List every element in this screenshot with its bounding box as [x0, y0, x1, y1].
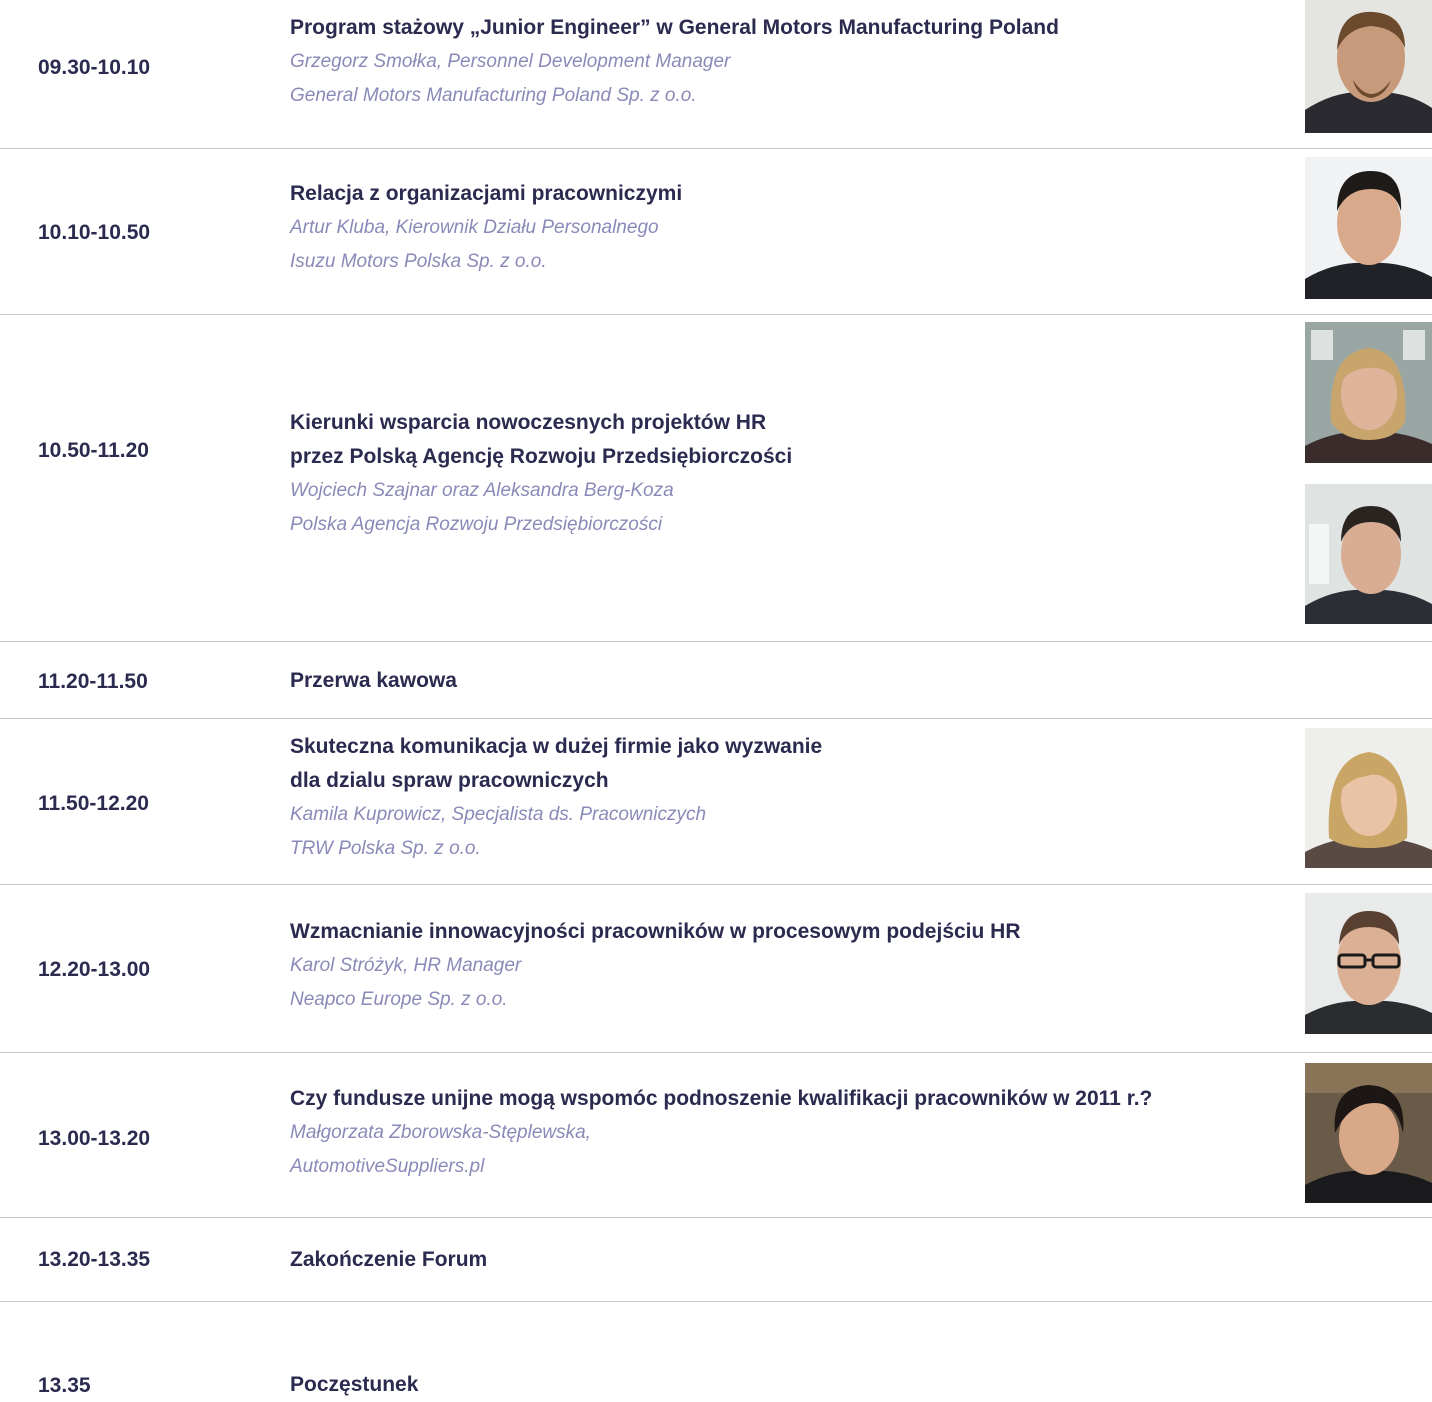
session-title-line2: dla dzialu spraw pracowniczych	[290, 769, 609, 792]
session-time: 13.00-13.20	[38, 1127, 151, 1150]
session-time: 11.20-11.50	[38, 670, 148, 693]
speaker-photo-strozyk	[1305, 893, 1432, 1034]
session-title: Relacja z organizacjami pracowniczymi	[290, 182, 683, 205]
speaker-names: Wojciech Szajnar oraz Aleksandra Berg-Ko…	[290, 480, 674, 501]
session-title: Skuteczna komunikacja w dużej firmie jak…	[290, 735, 823, 758]
speaker-photo-zborowska	[1305, 1063, 1432, 1203]
agenda-row: 09.30-10.10 Program stażowy „Junior Engi…	[0, 0, 1432, 149]
session-content: Skuteczna komunikacja w dużej firmie jak…	[290, 730, 822, 866]
session-time: 11.50-12.20	[38, 792, 149, 815]
agenda-row: 13.35 Poczęstunek	[0, 1302, 1432, 1397]
session-title: Poczęstunek	[290, 1373, 419, 1396]
agenda-row: 10.10-10.50 Relacja z organizacjami prac…	[0, 149, 1432, 315]
agenda-row: 11.20-11.50 Przerwa kawowa	[0, 642, 1432, 719]
speaker-name: Kamila Kuprowicz, Specjalista ds. Pracow…	[290, 804, 707, 825]
speaker-company: Isuzu Motors Polska Sp. z o.o.	[290, 251, 547, 272]
speaker-name: Grzegorz Smołka, Personnel Development M…	[290, 51, 731, 72]
speaker-name: Artur Kluba, Kierownik Działu Personalne…	[290, 217, 659, 238]
session-content: Relacja z organizacjami pracowniczymi Ar…	[290, 177, 682, 279]
agenda-row: 10.50-11.20 Kierunki wsparcia nowoczesny…	[0, 315, 1432, 642]
session-content: Kierunki wsparcia nowoczesnych projektów…	[290, 406, 792, 542]
speaker-photo-smolka	[1305, 0, 1432, 133]
session-time: 13.35	[38, 1374, 91, 1397]
session-time: 10.10-10.50	[38, 221, 151, 244]
agenda-row: 13.20-13.35 Zakończenie Forum	[0, 1218, 1432, 1302]
session-time: 12.20-13.00	[38, 958, 151, 981]
session-content: Przerwa kawowa	[290, 664, 457, 698]
agenda-row: 11.50-12.20 Skuteczna komunikacja w duże…	[0, 719, 1432, 885]
session-title-line2: przez Polską Agencję Rozwoju Przedsiębio…	[290, 445, 793, 468]
session-title: Zakończenie Forum	[290, 1248, 488, 1271]
speaker-photo-kuprowicz	[1305, 728, 1432, 868]
speaker-company: Polska Agencja Rozwoju Przedsiębiorczośc…	[290, 514, 663, 535]
speaker-photo-berg-koza	[1305, 322, 1432, 463]
speaker-company: Neapco Europe Sp. z o.o.	[290, 989, 508, 1010]
speaker-photo-kluba	[1305, 157, 1432, 299]
session-title: Kierunki wsparcia nowoczesnych projektów…	[290, 411, 767, 434]
session-title: Wzmacnianie innowacyjności pracowników w…	[290, 920, 1021, 943]
agenda-row: 13.00-13.20 Czy fundusze unijne mogą wsp…	[0, 1053, 1432, 1218]
session-content: Program stażowy „Junior Engineer” w Gene…	[290, 11, 1059, 113]
speaker-photo-szajnar	[1305, 484, 1432, 624]
speaker-company: TRW Polska Sp. z o.o.	[290, 838, 481, 859]
session-time: 10.50-11.20	[38, 439, 149, 462]
speaker-name: Małgorzata Zborowska-Stęplewska,	[290, 1122, 591, 1143]
speaker-company: AutomotiveSuppliers.pl	[290, 1156, 485, 1177]
session-title: Program stażowy „Junior Engineer” w Gene…	[290, 16, 1059, 39]
session-title: Przerwa kawowa	[290, 669, 457, 692]
session-content: Czy fundusze unijne mogą wspomóc podnosz…	[290, 1082, 1152, 1184]
session-title: Czy fundusze unijne mogą wspomóc podnosz…	[290, 1087, 1153, 1110]
session-content: Zakończenie Forum	[290, 1243, 487, 1277]
speaker-name: Karol Stróżyk, HR Manager	[290, 955, 522, 976]
session-time: 13.20-13.35	[38, 1248, 151, 1271]
session-content: Poczęstunek	[290, 1368, 418, 1402]
speaker-company: General Motors Manufacturing Poland Sp. …	[290, 85, 697, 106]
session-content: Wzmacnianie innowacyjności pracowników w…	[290, 915, 1021, 1017]
agenda-row: 12.20-13.00 Wzmacnianie innowacyjności p…	[0, 885, 1432, 1053]
session-time: 09.30-10.10	[38, 56, 151, 79]
